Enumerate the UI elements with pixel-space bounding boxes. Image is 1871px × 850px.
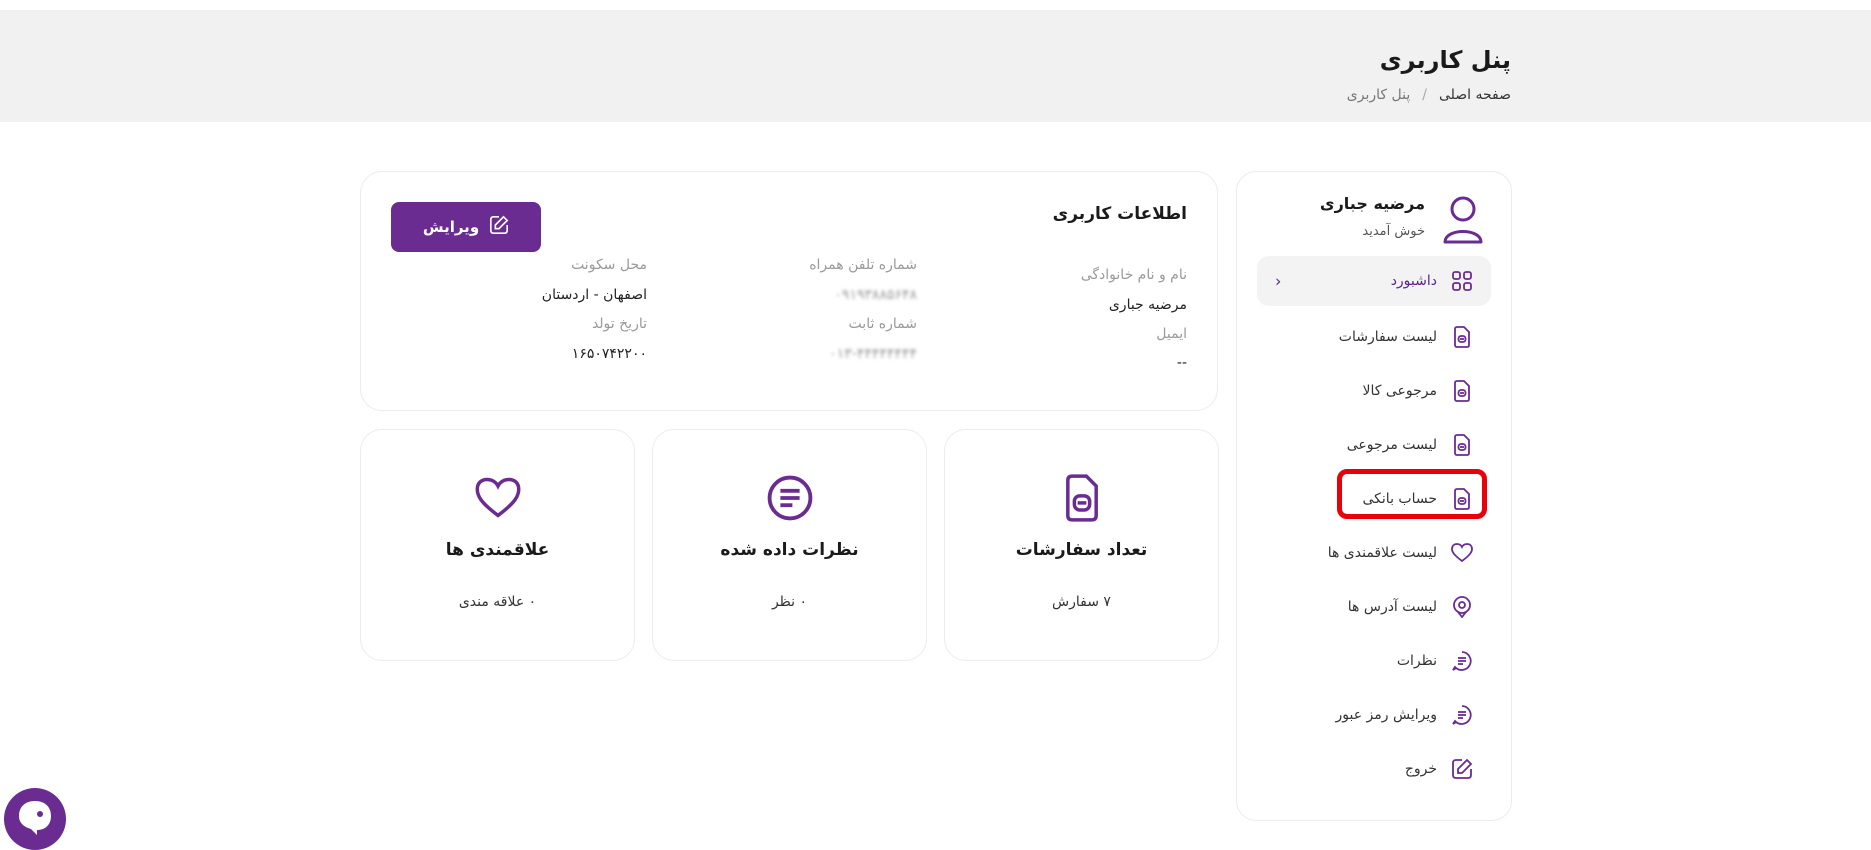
comments-count-value: ۰ نظر [771, 594, 808, 610]
edit-icon [489, 215, 509, 239]
sidebar-item-label: لیست مرجوعی [1346, 437, 1437, 453]
document-icon [1451, 380, 1473, 402]
top-strip [0, 0, 1871, 10]
welcome-text: خوش آمدید [1362, 224, 1425, 239]
chat-icon [15, 797, 55, 841]
location-icon [1451, 596, 1473, 618]
sidebar-item-comments[interactable]: نظرات [1257, 634, 1491, 688]
sidebar-item-label: ویرایش رمز عبور [1335, 707, 1437, 723]
user-info-card: اطلاعات کاربری ویرایش نام و نام خانوادگی… [360, 171, 1218, 411]
comment-icon [766, 474, 814, 522]
user-avatar-icon [1441, 194, 1485, 244]
document-icon [1058, 474, 1106, 522]
sidebar-item-label: داشبورد [1390, 273, 1437, 289]
heart-icon [474, 474, 522, 522]
email-label: ایمیل [1156, 326, 1187, 342]
sidebar-item-label: لیست آدرس ها [1347, 599, 1437, 615]
comments-count-card[interactable]: نظرات داده شده ۰ نظر [652, 429, 927, 661]
chat-widget-button[interactable] [4, 788, 66, 850]
orders-count-value: ۷ سفارش [1052, 594, 1111, 610]
sidebar-item-label: نظرات [1396, 653, 1437, 669]
page-header: پنل کاربری صفحه اصلی / پنل کاربری [0, 10, 1871, 122]
user-info-title: اطلاعات کاربری [1052, 204, 1187, 224]
sidebar-item-addresses[interactable]: لیست آدرس ها [1257, 580, 1491, 634]
chevron-left-icon: ‹ [1275, 271, 1282, 291]
sidebar-item-logout[interactable]: خروج [1257, 742, 1491, 796]
mobile-value: ۰۹۱۹۳۸۸۵۶۴۸ [834, 287, 917, 303]
sidebar-item-label: حساب بانکی [1362, 491, 1438, 507]
breadcrumb-current: پنل کاربری [1346, 87, 1411, 103]
landline-value: ۰۱۳-۴۴۴۴۴۴۴۴ [829, 346, 917, 362]
breadcrumb: صفحه اصلی / پنل کاربری [1347, 87, 1511, 103]
wishlist-count-title: علاقمندی ها [445, 540, 550, 560]
document-icon [1451, 326, 1473, 348]
edit-profile-button[interactable]: ویرایش [391, 202, 541, 252]
sidebar-item-return-product[interactable]: مرجوعی کالا [1257, 364, 1491, 418]
document-icon [1451, 434, 1473, 456]
residence-value: اصفهان - اردستان [541, 287, 647, 303]
sidebar-item-wishlist[interactable]: لیست علاقمندی ها [1257, 526, 1491, 580]
sidebar-item-returns-list[interactable]: لیست مرجوعی [1257, 418, 1491, 472]
edit-icon [1451, 758, 1473, 780]
email-value: -- [1176, 355, 1187, 371]
sidebar: مرضیه جباری خوش آمدید داشبورد ‹ لیست سفا… [1236, 171, 1512, 821]
heart-icon [1451, 542, 1473, 564]
sidebar-item-orders[interactable]: لیست سفارشات [1257, 310, 1491, 364]
name-label: نام و نام خانوادگی [1080, 267, 1187, 283]
grid-icon [1451, 270, 1473, 292]
sidebar-item-dashboard[interactable]: داشبورد ‹ [1257, 256, 1491, 306]
page-title: پنل کاربری [1379, 46, 1511, 74]
sidebar-item-label: خروج [1404, 761, 1437, 777]
orders-count-title: تعداد سفارشات [1015, 540, 1148, 560]
sidebar-nav: داشبورد ‹ لیست سفارشات مرجوعی کالا لیست … [1257, 256, 1491, 796]
comment-icon [1451, 704, 1473, 726]
sidebar-item-label: لیست علاقمندی ها [1327, 545, 1437, 561]
breadcrumb-home-link[interactable]: صفحه اصلی [1439, 87, 1511, 103]
birth-date-value: ۱۶۵۰۷۴۲۲۰۰ [571, 346, 647, 362]
user-name: مرضیه جباری [1319, 194, 1425, 213]
orders-count-card[interactable]: تعداد سفارشات ۷ سفارش [944, 429, 1219, 661]
sidebar-item-label: مرجوعی کالا [1362, 383, 1438, 399]
sidebar-item-bank-account[interactable]: حساب بانکی [1257, 472, 1491, 526]
comments-count-title: نظرات داده شده [720, 540, 859, 560]
landline-label: شماره ثابت [848, 316, 917, 332]
mobile-label: شماره تلفن همراه [809, 257, 917, 273]
document-icon [1451, 488, 1473, 510]
wishlist-count-card[interactable]: علاقمندی ها ۰ علاقه مندی [360, 429, 635, 661]
sidebar-item-change-password[interactable]: ویرایش رمز عبور [1257, 688, 1491, 742]
residence-label: محل سکونت [571, 257, 647, 273]
breadcrumb-separator: / [1422, 87, 1427, 103]
birth-date-label: تاریخ تولد [591, 316, 647, 332]
wishlist-count-value: ۰ علاقه مندی [458, 594, 537, 610]
name-value: مرضیه جباری [1108, 297, 1187, 313]
edit-button-label: ویرایش [422, 218, 480, 236]
sidebar-item-label: لیست سفارشات [1338, 329, 1437, 345]
comment-icon [1451, 650, 1473, 672]
